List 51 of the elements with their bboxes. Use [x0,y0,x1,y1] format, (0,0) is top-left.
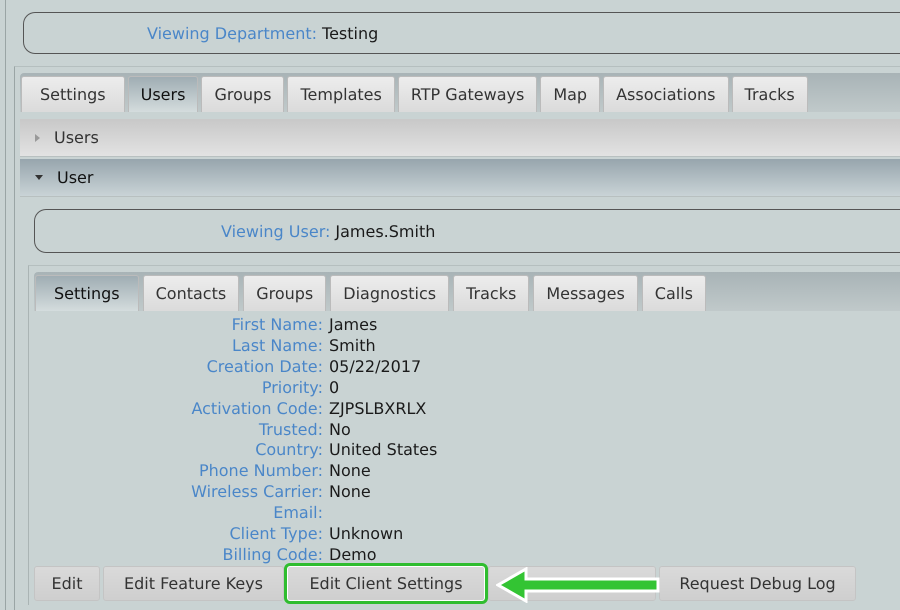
tab[interactable]: Settings [35,275,139,311]
field-value: 0 [329,378,340,399]
tab[interactable]: Contacts [142,275,240,311]
field-label: Activation Code: [191,398,323,420]
field-value: James.Smith [335,222,436,240]
field-value: None [329,461,371,482]
section-header[interactable]: Users [20,119,900,157]
field-value: United States [329,440,438,462]
section-header[interactable]: User [20,159,900,197]
field-value: 05/22/2017 [329,356,422,378]
field-label: Client Type: [229,524,323,545]
field-label: Last Name: [232,336,323,357]
field-value: No [329,420,351,440]
field-value: Unknown [329,524,404,545]
field-label: Email: [273,503,323,524]
tab[interactable]: RTP Gateways [398,76,538,112]
field-value: ZJPSLBXRLX [329,398,426,420]
tab[interactable]: Groups [243,275,326,311]
field-value: James [329,315,378,336]
tab[interactable]: Associations [603,76,729,112]
tab[interactable]: Messages [533,275,638,311]
field-value: Smith [329,336,376,357]
tab[interactable]: Settings [21,76,125,112]
field-label: Creation Date: [206,356,323,378]
tab[interactable]: Diagnostics [330,275,450,311]
tab[interactable]: Groups [201,76,284,112]
tab[interactable]: Templates [287,76,395,112]
action-button[interactable]: Edit [34,566,100,601]
field-value: Testing [322,24,378,42]
tab[interactable]: Tracks [732,76,808,112]
tab[interactable]: Users [128,76,198,112]
field-value: None [329,482,371,504]
field-label: Viewing Department: [147,24,318,42]
tab[interactable]: Tracks [453,275,530,311]
field-label: Country: [255,440,323,462]
action-button[interactable]: Edit Client Settings [287,566,485,601]
field-label: Billing Code: [222,544,323,566]
tab[interactable]: Calls [642,275,706,311]
field-value: Demo [329,544,377,566]
tab[interactable]: Map [540,76,600,112]
field-label: Trusted: [258,420,323,440]
field-label: Viewing User: [221,222,330,240]
field-label: Wireless Carrier: [191,482,323,504]
action-button[interactable]: Request Debug Log [659,566,856,601]
caret-icon [35,175,43,180]
action-button[interactable]: Edit Feature Keys [103,566,284,601]
field-label: First Name: [232,315,323,336]
field-label: Priority: [262,378,323,399]
field-label: Phone Number: [198,461,323,482]
arrow-icon [496,567,660,603]
caret-icon [35,134,40,142]
